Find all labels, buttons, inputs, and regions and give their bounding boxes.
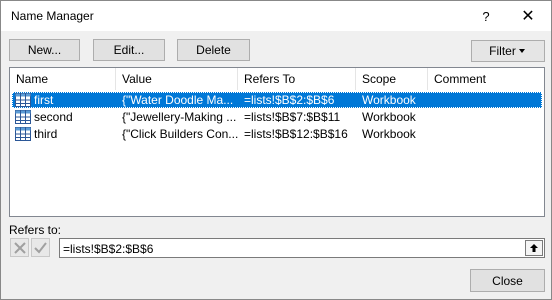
close-icon: ✕ xyxy=(521,8,535,25)
range-select-arrow-icon xyxy=(530,244,538,252)
column-header-name[interactable]: Name xyxy=(10,68,116,90)
confirm-edit-button[interactable] xyxy=(31,238,50,257)
row-comment xyxy=(434,126,534,142)
named-range-icon xyxy=(15,127,31,141)
row-value: {"Click Builders Con... xyxy=(122,127,239,141)
collapse-dialog-button[interactable] xyxy=(525,240,543,256)
refers-to-label: Refers to: xyxy=(9,223,62,237)
row-scope: Workbook xyxy=(362,110,416,124)
dropdown-arrow-icon xyxy=(518,49,525,53)
list-row[interactable]: first {"Water Doodle Ma... =lists!$B$2:$… xyxy=(12,92,542,108)
cancel-edit-button[interactable] xyxy=(10,238,29,257)
list-header: Name Value Refers To Scope Comment xyxy=(10,68,544,90)
column-header-value[interactable]: Value xyxy=(116,68,238,90)
row-comment xyxy=(434,109,534,125)
delete-button[interactable]: Delete xyxy=(177,39,250,61)
names-list[interactable]: Name Value Refers To Scope Comment first… xyxy=(9,67,545,217)
new-button[interactable]: New... xyxy=(9,39,80,61)
row-refers-to: =lists!$B$2:$B$6 xyxy=(244,93,335,107)
close-button[interactable]: Close xyxy=(470,269,545,292)
dialog-title: Name Manager xyxy=(11,9,94,23)
list-row[interactable]: third {"Click Builders Con... =lists!$B$… xyxy=(12,126,542,142)
row-comment xyxy=(434,92,534,108)
named-range-icon xyxy=(15,110,31,124)
filter-button-label: Filter xyxy=(489,44,516,58)
refers-to-input[interactable] xyxy=(63,241,518,256)
list-row[interactable]: second {"Jewellery-Making ... =lists!$B$… xyxy=(12,109,542,125)
edit-button[interactable]: Edit... xyxy=(93,39,165,61)
row-refers-to: =lists!$B$12:$B$16 xyxy=(244,127,348,141)
row-name: first xyxy=(34,93,54,107)
refers-to-field[interactable] xyxy=(59,238,545,258)
named-range-icon xyxy=(15,93,31,107)
row-scope: Workbook xyxy=(362,93,416,107)
new-button-label: New... xyxy=(27,43,62,57)
filter-button[interactable]: Filter xyxy=(471,40,545,62)
column-header-scope[interactable]: Scope xyxy=(356,68,428,90)
checkmark-icon xyxy=(34,241,47,254)
close-window-button[interactable]: ✕ xyxy=(511,1,545,31)
row-name: second xyxy=(34,110,73,124)
row-value: {"Water Doodle Ma... xyxy=(122,93,234,107)
close-button-label: Close xyxy=(492,273,523,288)
help-button[interactable]: ? xyxy=(469,1,503,31)
row-refers-to: =lists!$B$7:$B$11 xyxy=(244,110,341,124)
cancel-x-icon xyxy=(13,241,26,254)
row-name: third xyxy=(34,127,58,141)
help-icon: ? xyxy=(482,8,490,24)
name-manager-dialog: Name Manager ? ✕ New... Edit... Delete F… xyxy=(0,0,552,300)
row-scope: Workbook xyxy=(362,127,416,141)
row-value: {"Jewellery-Making ... xyxy=(122,110,237,124)
title-bar: Name Manager ? ✕ xyxy=(1,1,551,31)
column-header-refers-to[interactable]: Refers To xyxy=(238,68,356,90)
edit-button-label: Edit... xyxy=(113,43,145,57)
column-header-comment[interactable]: Comment xyxy=(428,68,544,90)
delete-button-label: Delete xyxy=(196,43,231,57)
